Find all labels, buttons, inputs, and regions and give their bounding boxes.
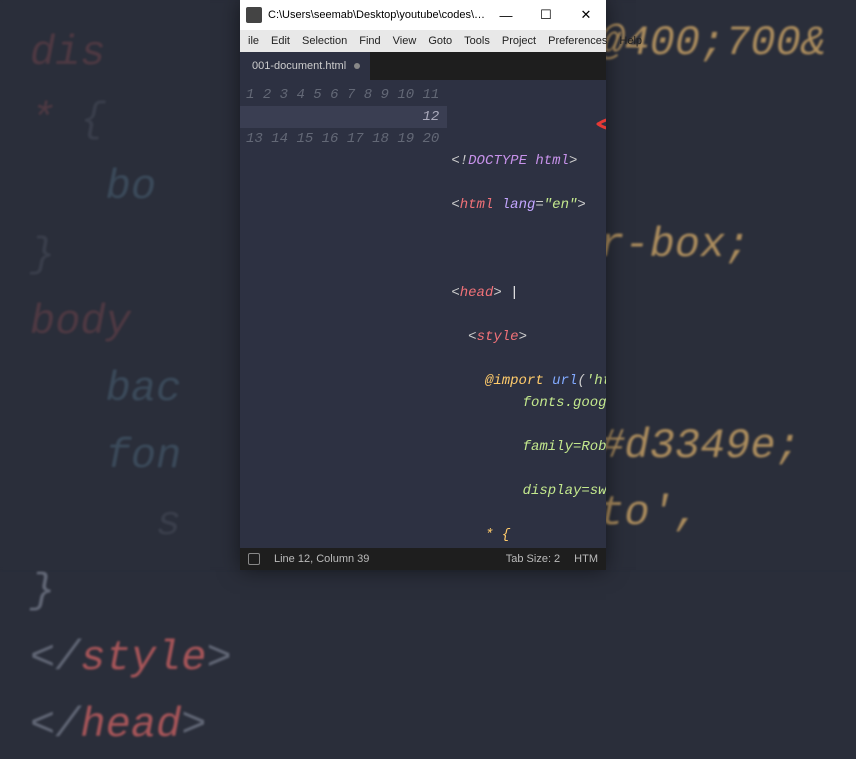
status-icon[interactable]	[248, 553, 260, 565]
code-editor[interactable]: 1 2 3 4 5 6 7 8 9 10 11 12 13 14 15 16 1…	[240, 80, 606, 548]
menu-project[interactable]: Project	[496, 32, 542, 50]
line-gutter: 1 2 3 4 5 6 7 8 9 10 11 12 13 14 15 16 1…	[240, 80, 447, 548]
status-language[interactable]: HTM	[574, 553, 598, 565]
minimize-button[interactable]: —	[486, 0, 526, 30]
menu-view[interactable]: View	[387, 32, 423, 50]
window-titlebar[interactable]: C:\Users\seemab\Desktop\youtube\codes\.a…	[240, 0, 606, 30]
menu-selection[interactable]: Selection	[296, 32, 353, 50]
menu-file[interactable]: ile	[242, 32, 265, 50]
tab-label: 001-document.html	[252, 60, 346, 72]
status-tabsize[interactable]: Tab Size: 2	[506, 553, 560, 565]
menu-bar: ile Edit Selection Find View Goto Tools …	[240, 30, 606, 52]
code-area[interactable]: <!DOCTYPE html> <html lang="en"> <head> …	[447, 80, 606, 548]
menu-find[interactable]: Find	[353, 32, 386, 50]
app-icon	[246, 7, 262, 23]
watermark-logo	[526, 84, 596, 120]
maximize-button[interactable]: ☐	[526, 0, 566, 30]
tab-document[interactable]: 001-document.html	[240, 52, 370, 80]
menu-tools[interactable]: Tools	[458, 32, 496, 50]
window-title: C:\Users\seemab\Desktop\youtube\codes\.a…	[268, 9, 486, 21]
menu-goto[interactable]: Goto	[422, 32, 458, 50]
close-button[interactable]: ✕	[566, 0, 606, 30]
menu-edit[interactable]: Edit	[265, 32, 296, 50]
tab-bar: 001-document.html	[240, 52, 606, 80]
menu-help[interactable]: Help	[613, 32, 648, 50]
editor-window: C:\Users\seemab\Desktop\youtube\codes\.a…	[240, 0, 606, 570]
menu-preferences[interactable]: Preferences	[542, 32, 613, 50]
status-bar: Line 12, Column 39 Tab Size: 2 HTM	[240, 548, 606, 570]
tab-modified-icon	[354, 63, 360, 69]
status-position[interactable]: Line 12, Column 39	[274, 553, 369, 565]
